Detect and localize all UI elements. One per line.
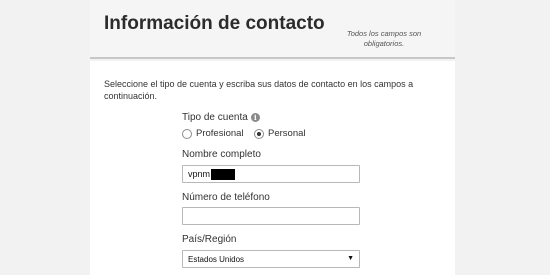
country-label: País/Región — [182, 234, 237, 245]
required-fields-note: Todos los campos son obligatorios. — [346, 29, 422, 48]
account-type-label-text: Tipo de cuenta — [182, 112, 248, 123]
page-header: Información de contacto Todos los campos… — [90, 0, 455, 59]
radio-label-profesional[interactable]: Profesional — [196, 128, 244, 139]
full-name-label: Nombre completo — [182, 149, 261, 160]
contact-form-card: Seleccione el tipo de cuenta y escriba s… — [90, 61, 455, 275]
phone-label: Número de teléfono — [182, 192, 270, 203]
full-name-input[interactable]: vpnm — [182, 165, 360, 183]
dropdown-caret-icon: ▼ — [347, 255, 354, 262]
account-type-label: Tipo de cuenta i — [182, 112, 260, 123]
phone-input[interactable] — [182, 207, 360, 225]
account-type-radio-group: Profesional Personal — [182, 128, 362, 142]
full-name-value: vpnm — [188, 169, 211, 179]
info-icon[interactable]: i — [250, 113, 260, 122]
page-title: Información de contacto — [104, 13, 325, 34]
radio-profesional[interactable] — [182, 129, 192, 139]
redaction-block — [211, 169, 235, 180]
form-instructions: Seleccione el tipo de cuenta y escriba s… — [104, 79, 414, 101]
country-select-value: Estados Unidos — [188, 255, 245, 264]
country-select[interactable]: Estados Unidos ▼ — [182, 250, 360, 268]
radio-label-personal[interactable]: Personal — [268, 128, 306, 139]
radio-personal[interactable] — [254, 129, 264, 139]
